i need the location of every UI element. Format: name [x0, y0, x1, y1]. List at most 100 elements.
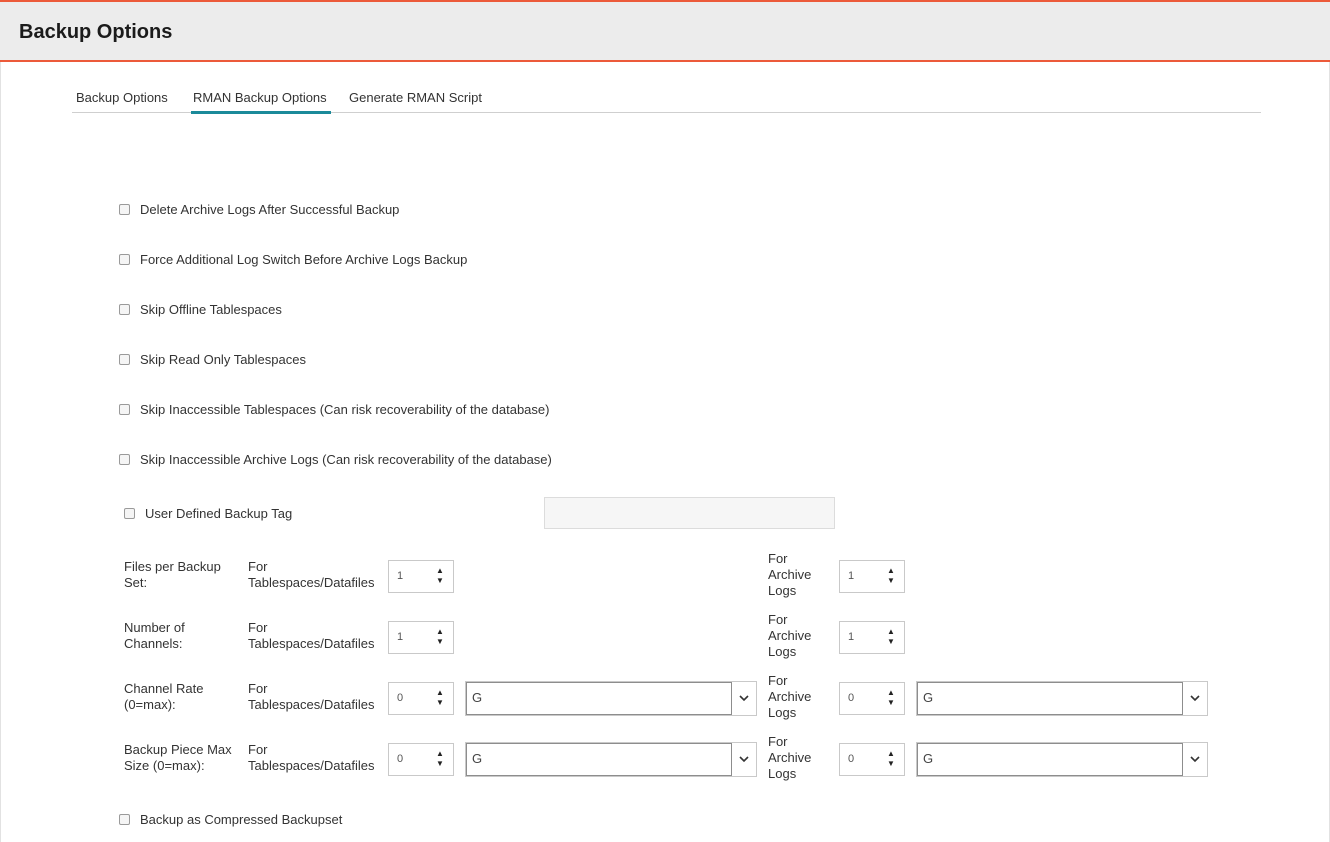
stepper-arrows-icon[interactable]: ▲ ▼	[436, 749, 444, 769]
channel-rate-label: Channel Rate (0=max):	[124, 681, 204, 713]
piece-max-arch-stepper[interactable]: 0 ▲ ▼	[839, 743, 905, 776]
skip-read-only-label: Skip Read Only Tablespaces	[140, 352, 306, 367]
skip-inaccessible-archive-logs-label: Skip Inaccessible Archive Logs (Can risk…	[140, 452, 552, 467]
stepper-value: 1	[397, 570, 404, 582]
channels-label-line1: Number of	[124, 620, 185, 635]
sublabel-logs: Logs	[768, 644, 797, 659]
files-per-set-arch-stepper[interactable]: 1 ▲ ▼	[839, 560, 905, 593]
skip-read-only-checkbox[interactable]	[119, 354, 130, 366]
select-box	[917, 743, 1183, 776]
piece-max-label-line2: Size (0=max):	[124, 758, 205, 773]
tab-generate-rman-script[interactable]: Generate RMAN Script	[349, 90, 482, 111]
skip-inaccessible-archive-logs-option[interactable]: Skip Inaccessible Archive Logs (Can risk…	[119, 452, 552, 467]
archive-sublabel: For Archive Logs	[768, 734, 811, 782]
compressed-backupset-label: Backup as Compressed Backupset	[140, 812, 343, 827]
sublabel-logs: Logs	[768, 705, 797, 720]
channels-label-line2: Channels:	[124, 636, 183, 651]
sublabel-for: For	[768, 734, 788, 749]
files-per-set-label-line1: Files per Backup	[124, 559, 221, 574]
piece-max-ts-stepper[interactable]: 0 ▲ ▼	[388, 743, 454, 776]
skip-inaccessible-tablespaces-checkbox[interactable]	[119, 404, 130, 416]
stepper-value: 0	[848, 753, 855, 765]
delete-archive-logs-option[interactable]: Delete Archive Logs After Successful Bac…	[119, 202, 399, 217]
compressed-backupset-checkbox[interactable]	[119, 814, 130, 826]
channel-rate-arch-unit-select[interactable]: G	[916, 681, 1208, 716]
stepper-value: 0	[397, 753, 404, 765]
stepper-arrows-icon[interactable]: ▲ ▼	[887, 688, 895, 708]
sublabel-for: For	[248, 620, 268, 635]
stepper-arrows-icon[interactable]: ▲ ▼	[436, 688, 444, 708]
piece-max-label: Backup Piece Max Size (0=max):	[124, 742, 232, 774]
stepper-value: 1	[848, 570, 855, 582]
chevron-down-icon	[1190, 756, 1200, 763]
archive-sublabel: For Archive Logs	[768, 551, 811, 599]
sublabel-logs: Logs	[768, 766, 797, 781]
channel-rate-ts-unit-select[interactable]: G	[465, 681, 757, 716]
user-defined-tag-option[interactable]: User Defined Backup Tag	[124, 506, 292, 521]
select-box	[466, 682, 732, 715]
channel-rate-label-line1: Channel Rate	[124, 681, 204, 696]
delete-archive-logs-label: Delete Archive Logs After Successful Bac…	[140, 202, 400, 217]
backup-tag-input[interactable]	[544, 497, 835, 529]
channels-label: Number of Channels:	[124, 620, 185, 652]
tablespaces-sublabel: For Tablespaces/Datafiles	[248, 620, 374, 652]
force-log-switch-checkbox[interactable]	[119, 254, 130, 266]
skip-read-only-option[interactable]: Skip Read Only Tablespaces	[119, 352, 306, 367]
sublabel-for: For	[768, 673, 788, 688]
skip-offline-option[interactable]: Skip Offline Tablespaces	[119, 302, 282, 317]
channel-rate-label-line2: (0=max):	[124, 697, 176, 712]
files-per-set-ts-stepper[interactable]: 1 ▲ ▼	[388, 560, 454, 593]
piece-max-label-line1: Backup Piece Max	[124, 742, 232, 757]
sublabel-for: For	[768, 551, 788, 566]
sublabel-tablespaces: Tablespaces/Datafiles	[248, 697, 375, 712]
sublabel-archive: Archive	[768, 689, 812, 704]
stepper-arrows-icon[interactable]: ▲ ▼	[887, 749, 895, 769]
sublabel-for: For	[248, 681, 268, 696]
tab-backup-options[interactable]: Backup Options	[76, 90, 168, 111]
tablespaces-sublabel: For Tablespaces/Datafiles	[248, 559, 374, 591]
tab-bar: Backup Options RMAN Backup Options Gener…	[72, 88, 1261, 114]
piece-max-ts-unit-select[interactable]: G	[465, 742, 757, 777]
tablespaces-sublabel: For Tablespaces/Datafiles	[248, 742, 374, 774]
chevron-down-icon	[1190, 695, 1200, 702]
skip-inaccessible-archive-logs-checkbox[interactable]	[119, 454, 130, 466]
compressed-backupset-option[interactable]: Backup as Compressed Backupset	[119, 812, 342, 827]
sublabel-tablespaces: Tablespaces/Datafiles	[248, 575, 375, 590]
stepper-value: 1	[397, 631, 404, 643]
select-box	[917, 682, 1183, 715]
select-value: G	[923, 690, 934, 705]
select-value: G	[472, 751, 483, 766]
channels-arch-stepper[interactable]: 1 ▲ ▼	[839, 621, 905, 654]
stepper-arrows-icon[interactable]: ▲ ▼	[887, 566, 895, 586]
select-value: G	[472, 690, 483, 705]
channel-rate-arch-stepper[interactable]: 0 ▲ ▼	[839, 682, 905, 715]
sublabel-for: For	[248, 742, 268, 757]
tablespaces-sublabel: For Tablespaces/Datafiles	[248, 681, 374, 713]
stepper-value: 0	[397, 692, 404, 704]
chevron-down-icon	[739, 695, 749, 702]
chevron-down-icon	[739, 756, 749, 763]
user-defined-tag-checkbox[interactable]	[124, 508, 135, 520]
channels-ts-stepper[interactable]: 1 ▲ ▼	[388, 621, 454, 654]
skip-inaccessible-tablespaces-option[interactable]: Skip Inaccessible Tablespaces (Can risk …	[119, 402, 549, 417]
skip-inaccessible-tablespaces-label: Skip Inaccessible Tablespaces (Can risk …	[140, 402, 550, 417]
stepper-arrows-icon[interactable]: ▲ ▼	[887, 627, 895, 647]
force-log-switch-label: Force Additional Log Switch Before Archi…	[140, 252, 468, 267]
force-log-switch-option[interactable]: Force Additional Log Switch Before Archi…	[119, 252, 467, 267]
sublabel-tablespaces: Tablespaces/Datafiles	[248, 758, 375, 773]
files-per-set-label-line2: Set:	[124, 575, 148, 590]
sublabel-logs: Logs	[768, 583, 797, 598]
select-value: G	[923, 751, 934, 766]
user-defined-tag-label: User Defined Backup Tag	[145, 506, 293, 521]
channel-rate-ts-stepper[interactable]: 0 ▲ ▼	[388, 682, 454, 715]
tab-rman-backup-options[interactable]: RMAN Backup Options	[191, 90, 331, 114]
delete-archive-logs-checkbox[interactable]	[119, 204, 130, 216]
sublabel-archive: Archive	[768, 628, 812, 643]
sublabel-archive: Archive	[768, 750, 812, 765]
stepper-arrows-icon[interactable]: ▲ ▼	[436, 627, 444, 647]
select-box	[466, 743, 732, 776]
stepper-arrows-icon[interactable]: ▲ ▼	[436, 566, 444, 586]
sublabel-tablespaces: Tablespaces/Datafiles	[248, 636, 375, 651]
piece-max-arch-unit-select[interactable]: G	[916, 742, 1208, 777]
skip-offline-checkbox[interactable]	[119, 304, 130, 316]
